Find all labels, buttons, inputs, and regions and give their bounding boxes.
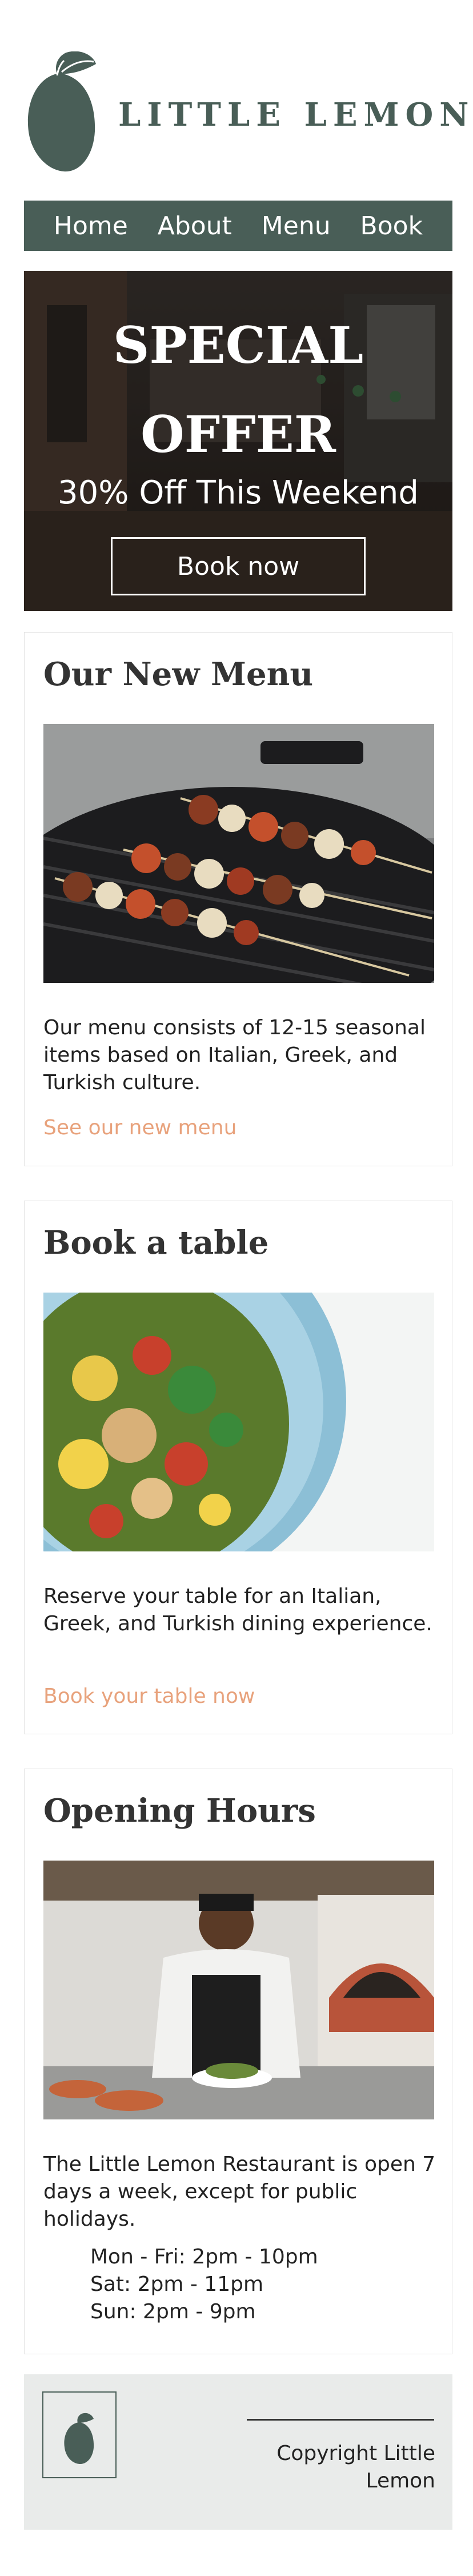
book-card-text: Reserve your table for an Italian, Greek… bbox=[43, 1585, 432, 1635]
footer-divider bbox=[247, 2419, 434, 2421]
book-card-title: Book a table bbox=[43, 1224, 269, 1262]
hero-banner: SPECIAL OFFER 30% Off This Weekend Book … bbox=[24, 271, 452, 611]
salad-image bbox=[43, 1293, 434, 1551]
opening-hours-card: Opening Hours The Little Lemon Restauran… bbox=[24, 1769, 452, 2354]
nav-item-home[interactable]: Home bbox=[54, 211, 128, 241]
chef-image bbox=[43, 1861, 434, 2119]
menu-card-text: Our menu consists of 12-15 seasonal item… bbox=[43, 1016, 426, 1094]
menu-card: Our New Menu Our menu consists of 12-15 … bbox=[24, 632, 452, 1166]
site-header: LITTLE LEMON bbox=[24, 51, 469, 174]
menu-card-title: Our New Menu bbox=[43, 655, 314, 693]
copyright-text: Copyright Little Lemon bbox=[276, 2442, 435, 2493]
hours-card-title: Opening Hours bbox=[43, 1792, 316, 1830]
hours-card-text: The Little Lemon Restaurant is open 7 da… bbox=[43, 2153, 436, 2231]
skewers-image bbox=[43, 724, 434, 983]
hero-title: SPECIAL OFFER bbox=[24, 301, 452, 479]
hours-weekdays: Mon - Fri: 2pm - 10pm bbox=[90, 2245, 318, 2269]
nav-item-about[interactable]: About bbox=[158, 211, 232, 241]
lemon-logo-icon[interactable] bbox=[24, 51, 98, 174]
footer-logo[interactable] bbox=[42, 2391, 117, 2478]
book-table-link[interactable]: Book your table now bbox=[43, 1685, 255, 1708]
nav-item-menu[interactable]: Menu bbox=[262, 211, 331, 241]
book-now-button[interactable]: Book now bbox=[111, 537, 366, 595]
hero-title-line2: OFFER bbox=[141, 405, 336, 464]
book-table-card: Book a table Reserve your table for an I… bbox=[24, 1201, 452, 1734]
main-nav: Home About Menu Book bbox=[24, 201, 452, 251]
site-footer: Copyright Little Lemon bbox=[24, 2374, 452, 2530]
see-menu-link[interactable]: See our new menu bbox=[43, 1116, 236, 1139]
hours-saturday: Sat: 2pm - 11pm bbox=[90, 2273, 264, 2296]
brand-name: LITTLE LEMON bbox=[118, 96, 473, 134]
lemon-logo-icon bbox=[64, 2413, 94, 2465]
nav-item-book[interactable]: Book bbox=[360, 211, 423, 241]
hero-title-line1: SPECIAL bbox=[113, 315, 364, 375]
hours-list: Mon - Fri: 2pm - 10pm Sat: 2pm - 11pm Su… bbox=[90, 2243, 318, 2326]
hero-subtitle: 30% Off This Weekend bbox=[58, 474, 419, 511]
hours-sunday: Sun: 2pm - 9pm bbox=[90, 2300, 256, 2323]
